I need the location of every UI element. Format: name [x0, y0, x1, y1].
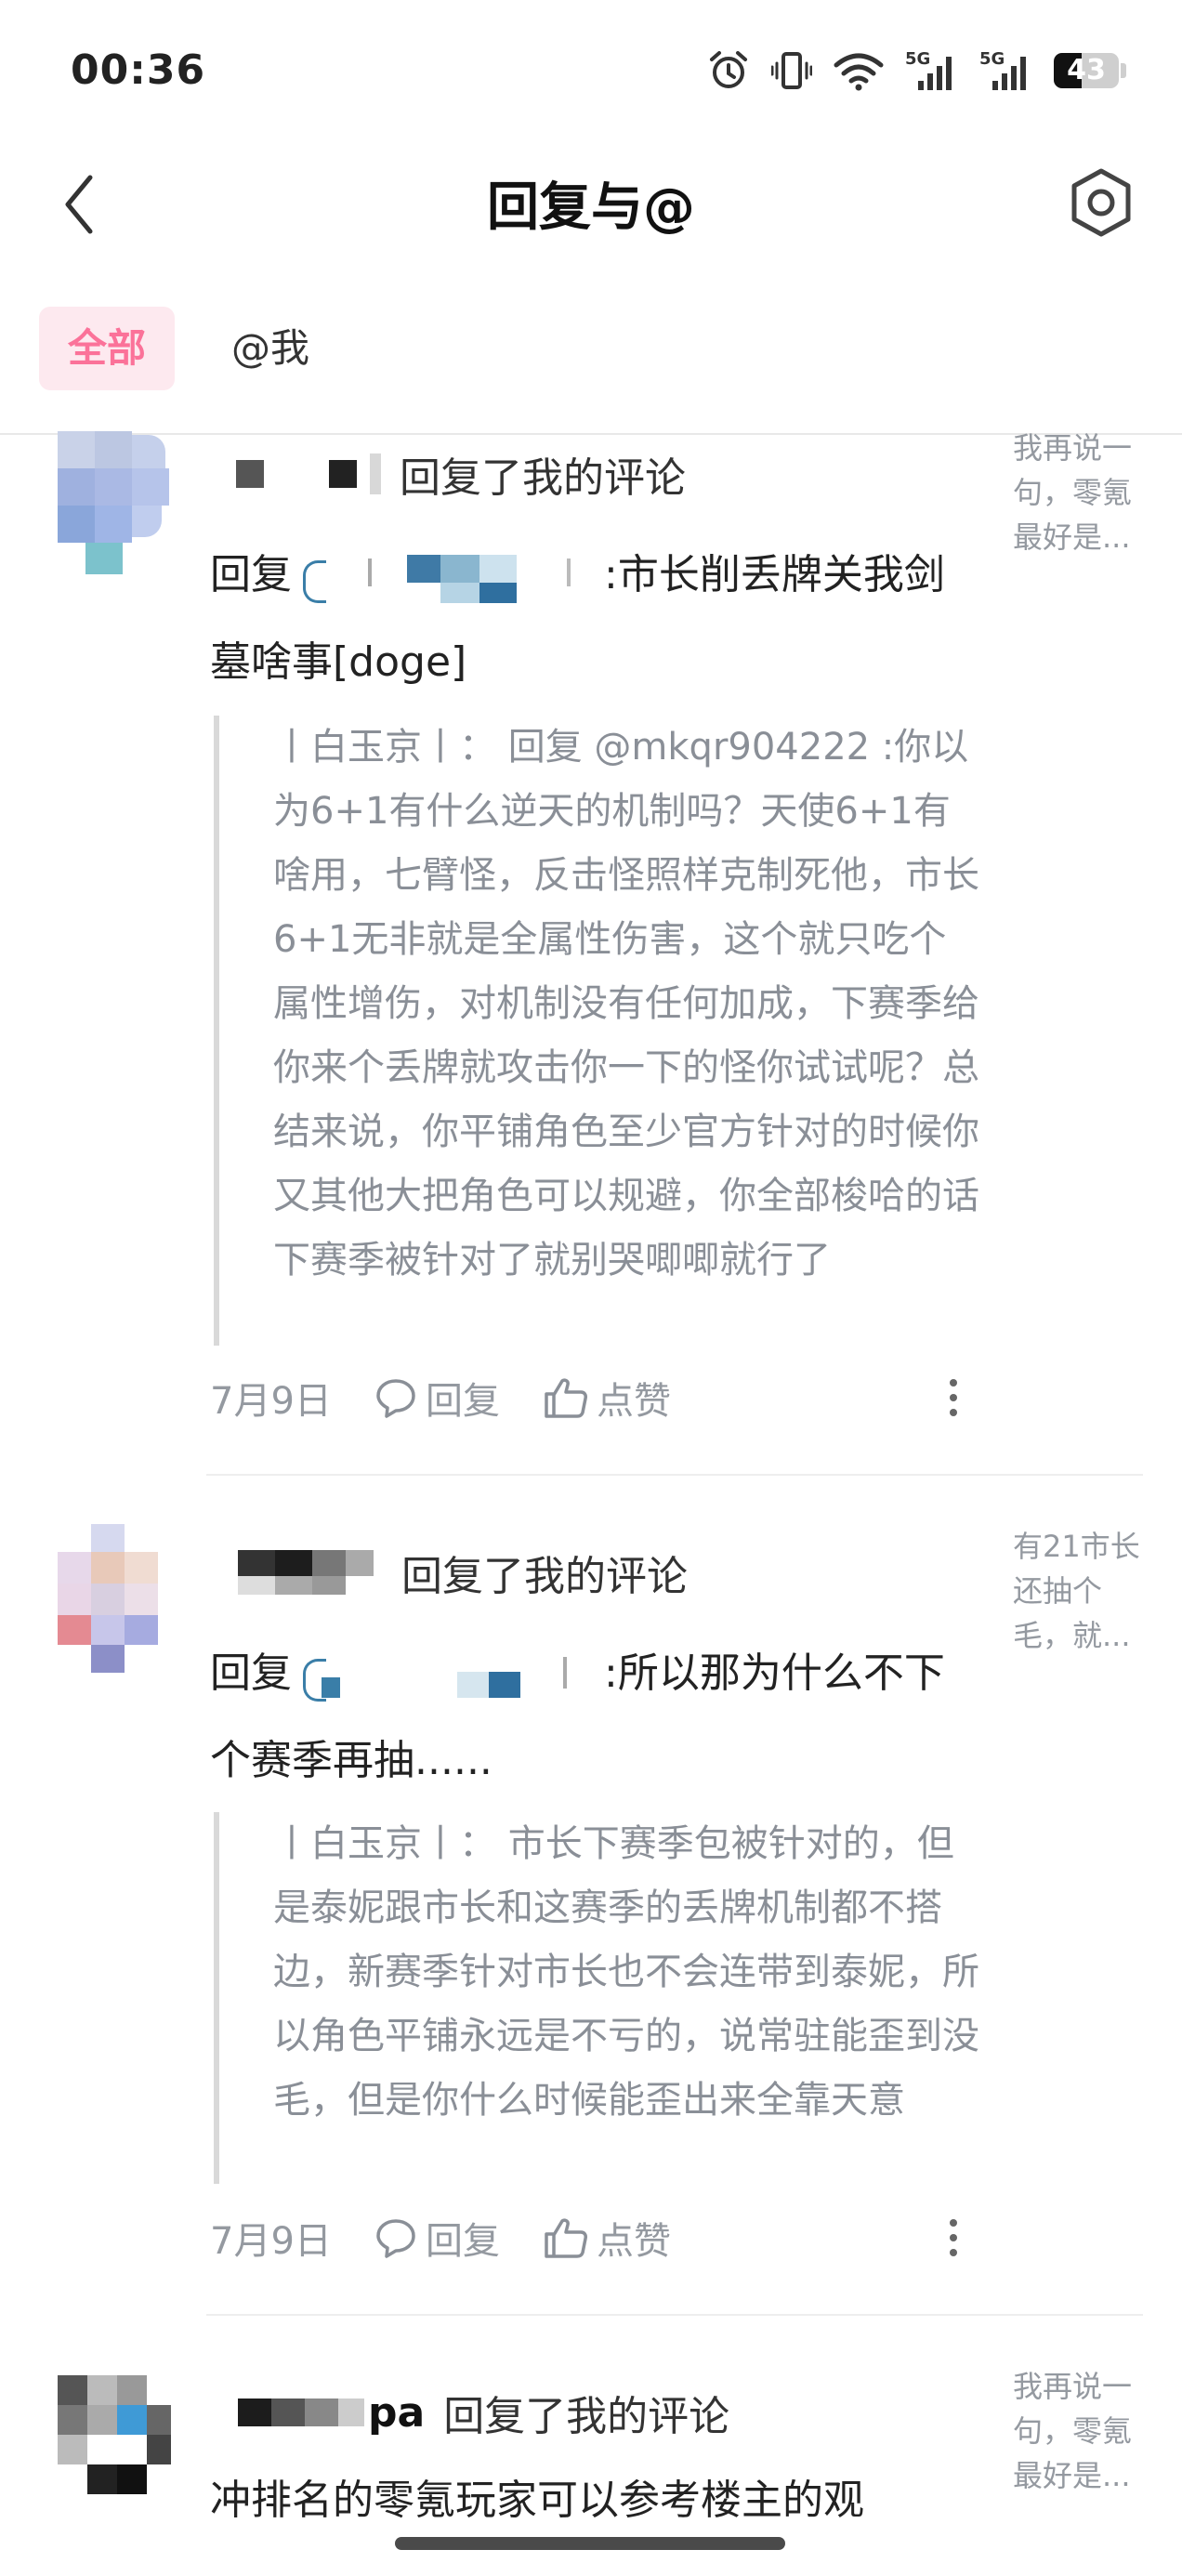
status-icons: 5G 5G 43 — [706, 48, 1126, 93]
alarm-icon — [710, 51, 747, 88]
page-title: 回复与@ — [487, 177, 695, 238]
settings-button[interactable] — [1059, 161, 1143, 244]
more-button[interactable] — [935, 1370, 972, 1426]
quoted-comment[interactable]: 丨白玉京丨： 回复 @mkqr904222 :你以为6+1有什么逆天的机制吗？天… — [214, 716, 981, 1346]
gear-icon — [1071, 168, 1131, 237]
mention-user[interactable] — [299, 551, 597, 603]
item-divider — [206, 1474, 1143, 1476]
more-vertical-icon — [950, 1379, 957, 1416]
signal-bars-icon — [918, 57, 952, 90]
thumb-up-icon — [545, 1378, 587, 1418]
tab-mentions[interactable]: @我 — [226, 307, 315, 390]
reply-button[interactable]: 回复 — [374, 1371, 500, 1425]
tab-divider — [0, 433, 1182, 435]
avatar[interactable] — [58, 2375, 171, 2524]
comment-date: 7月9日 — [210, 1380, 332, 1423]
tab-bar: 全部 @我 — [0, 307, 1182, 400]
reply-content[interactable]: 冲排名的零氪玩家可以参考楼主的观 — [210, 2457, 972, 2544]
battery-level: 43 — [1067, 54, 1106, 86]
comment-icon — [376, 1379, 415, 1418]
action-text: 回复了我的评论 — [401, 1553, 688, 1600]
action-text: 回复了我的评论 — [443, 2393, 730, 2440]
wifi-icon — [834, 53, 884, 91]
reply-text: 冲排名的零氪玩家可以参考楼主的观 — [210, 2477, 864, 2524]
username[interactable]: pa — [210, 2389, 425, 2437]
username[interactable] — [210, 453, 381, 494]
like-button[interactable]: 点赞 — [543, 1371, 671, 1425]
item-header: pa 回复了我的评论 — [210, 2385, 729, 2440]
action-text: 回复了我的评论 — [400, 454, 686, 502]
mention-user[interactable] — [299, 1649, 597, 1702]
avatar[interactable] — [58, 431, 171, 580]
comment-icon — [376, 2219, 415, 2258]
status-bar: 00:36 5G 5G 43 — [0, 0, 1182, 139]
reply-prefix: 回复 — [210, 1649, 292, 1697]
quoted-comment-text: 丨白玉京丨： 市长下赛季包被针对的，但是泰妮跟市长和这赛季的丢牌机制都不搭边，新… — [273, 1822, 979, 2122]
signal-bars-icon — [992, 57, 1026, 90]
item-actions: 7月9日 回复 点赞 — [210, 1370, 972, 1426]
username[interactable] — [210, 1544, 383, 1600]
reply-prefix: 回复 — [210, 551, 292, 598]
status-time: 00:36 — [71, 46, 206, 94]
username-suffix: pa — [368, 2388, 426, 2437]
tab-all[interactable]: 全部 — [39, 307, 175, 390]
quoted-comment-text: 丨白玉京丨： 回复 @mkqr904222 :你以为6+1有什么逆天的机制吗？天… — [273, 726, 979, 1281]
more-vertical-icon — [950, 2219, 957, 2256]
comment-preview[interactable]: 有21市长还抽个毛，就... — [1013, 1524, 1143, 1658]
thumb-up-icon — [545, 2218, 587, 2258]
comment-preview[interactable]: 我再说一句，零氪最好是... — [1013, 2364, 1143, 2498]
quoted-comment[interactable]: 丨白玉京丨： 市长下赛季包被针对的，但是泰妮跟市长和这赛季的丢牌机制都不搭边，新… — [214, 1812, 981, 2184]
item-header: 回复了我的评论 — [210, 1544, 688, 1600]
avatar[interactable] — [58, 1524, 171, 1673]
battery-icon: 43 — [1054, 51, 1126, 90]
item-header: 回复了我的评论 — [210, 446, 686, 502]
vibrate-icon — [771, 52, 812, 89]
signal-5g-1: 5G — [905, 49, 959, 92]
like-button[interactable]: 点赞 — [543, 2211, 671, 2265]
reply-content[interactable]: 回复 :市长削丢牌关我剑墓啥事[doge] — [210, 532, 972, 706]
item-actions: 7月9日 回复 点赞 — [210, 2210, 972, 2266]
home-indicator[interactable] — [395, 2537, 785, 2550]
reply-content[interactable]: 回复 :所以那为什么不下个赛季再抽...... — [210, 1630, 972, 1805]
more-button[interactable] — [935, 2210, 972, 2266]
comment-preview[interactable]: 我再说一句，零氪最好是... — [1013, 426, 1143, 559]
reply-button[interactable]: 回复 — [374, 2211, 500, 2265]
comment-date: 7月9日 — [210, 2220, 332, 2263]
nav-bar: 回复与@ — [0, 139, 1182, 269]
item-divider — [206, 2314, 1143, 2316]
signal-5g-2: 5G — [979, 49, 1033, 92]
